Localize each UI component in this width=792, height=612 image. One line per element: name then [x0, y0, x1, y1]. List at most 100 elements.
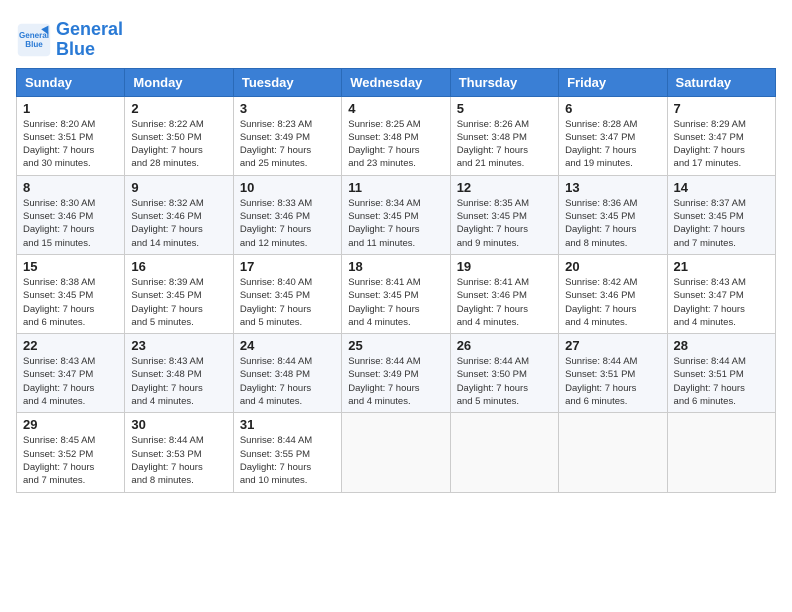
weekday-header-friday: Friday	[559, 68, 667, 96]
calendar-cell: 28 Sunrise: 8:44 AM Sunset: 3:51 PM Dayl…	[667, 334, 775, 413]
calendar-cell: 21 Sunrise: 8:43 AM Sunset: 3:47 PM Dayl…	[667, 254, 775, 333]
day-number: 7	[674, 101, 769, 116]
calendar-cell: 8 Sunrise: 8:30 AM Sunset: 3:46 PM Dayli…	[17, 175, 125, 254]
calendar-cell: 15 Sunrise: 8:38 AM Sunset: 3:45 PM Dayl…	[17, 254, 125, 333]
day-info: Sunrise: 8:22 AM Sunset: 3:50 PM Dayligh…	[131, 118, 226, 171]
calendar-week-row: 29 Sunrise: 8:45 AM Sunset: 3:52 PM Dayl…	[17, 413, 776, 492]
day-number: 26	[457, 338, 552, 353]
day-number: 11	[348, 180, 443, 195]
svg-text:General: General	[19, 31, 49, 40]
day-info: Sunrise: 8:41 AM Sunset: 3:45 PM Dayligh…	[348, 276, 443, 329]
calendar-cell	[667, 413, 775, 492]
day-info: Sunrise: 8:37 AM Sunset: 3:45 PM Dayligh…	[674, 197, 769, 250]
weekday-header-thursday: Thursday	[450, 68, 558, 96]
day-info: Sunrise: 8:43 AM Sunset: 3:47 PM Dayligh…	[23, 355, 118, 408]
calendar-cell: 30 Sunrise: 8:44 AM Sunset: 3:53 PM Dayl…	[125, 413, 233, 492]
day-number: 23	[131, 338, 226, 353]
calendar-cell: 12 Sunrise: 8:35 AM Sunset: 3:45 PM Dayl…	[450, 175, 558, 254]
day-number: 27	[565, 338, 660, 353]
calendar-cell: 16 Sunrise: 8:39 AM Sunset: 3:45 PM Dayl…	[125, 254, 233, 333]
calendar-cell: 18 Sunrise: 8:41 AM Sunset: 3:45 PM Dayl…	[342, 254, 450, 333]
calendar-cell: 3 Sunrise: 8:23 AM Sunset: 3:49 PM Dayli…	[233, 96, 341, 175]
day-info: Sunrise: 8:33 AM Sunset: 3:46 PM Dayligh…	[240, 197, 335, 250]
calendar-cell: 26 Sunrise: 8:44 AM Sunset: 3:50 PM Dayl…	[450, 334, 558, 413]
day-info: Sunrise: 8:36 AM Sunset: 3:45 PM Dayligh…	[565, 197, 660, 250]
day-info: Sunrise: 8:23 AM Sunset: 3:49 PM Dayligh…	[240, 118, 335, 171]
day-number: 15	[23, 259, 118, 274]
day-info: Sunrise: 8:34 AM Sunset: 3:45 PM Dayligh…	[348, 197, 443, 250]
day-number: 8	[23, 180, 118, 195]
day-number: 10	[240, 180, 335, 195]
calendar-cell: 29 Sunrise: 8:45 AM Sunset: 3:52 PM Dayl…	[17, 413, 125, 492]
day-number: 17	[240, 259, 335, 274]
calendar-cell: 20 Sunrise: 8:42 AM Sunset: 3:46 PM Dayl…	[559, 254, 667, 333]
day-number: 9	[131, 180, 226, 195]
day-info: Sunrise: 8:29 AM Sunset: 3:47 PM Dayligh…	[674, 118, 769, 171]
calendar-cell: 1 Sunrise: 8:20 AM Sunset: 3:51 PM Dayli…	[17, 96, 125, 175]
weekday-header-saturday: Saturday	[667, 68, 775, 96]
day-info: Sunrise: 8:39 AM Sunset: 3:45 PM Dayligh…	[131, 276, 226, 329]
day-info: Sunrise: 8:26 AM Sunset: 3:48 PM Dayligh…	[457, 118, 552, 171]
day-info: Sunrise: 8:41 AM Sunset: 3:46 PM Dayligh…	[457, 276, 552, 329]
day-number: 29	[23, 417, 118, 432]
day-info: Sunrise: 8:20 AM Sunset: 3:51 PM Dayligh…	[23, 118, 118, 171]
day-info: Sunrise: 8:32 AM Sunset: 3:46 PM Dayligh…	[131, 197, 226, 250]
calendar-cell: 31 Sunrise: 8:44 AM Sunset: 3:55 PM Dayl…	[233, 413, 341, 492]
logo: General Blue General Blue	[16, 20, 123, 60]
day-number: 21	[674, 259, 769, 274]
calendar-cell: 14 Sunrise: 8:37 AM Sunset: 3:45 PM Dayl…	[667, 175, 775, 254]
calendar-cell: 10 Sunrise: 8:33 AM Sunset: 3:46 PM Dayl…	[233, 175, 341, 254]
day-info: Sunrise: 8:25 AM Sunset: 3:48 PM Dayligh…	[348, 118, 443, 171]
day-number: 2	[131, 101, 226, 116]
day-number: 28	[674, 338, 769, 353]
logo-icon: General Blue	[16, 22, 52, 58]
calendar-cell	[342, 413, 450, 492]
weekday-header-wednesday: Wednesday	[342, 68, 450, 96]
day-info: Sunrise: 8:44 AM Sunset: 3:48 PM Dayligh…	[240, 355, 335, 408]
day-number: 14	[674, 180, 769, 195]
calendar-cell: 7 Sunrise: 8:29 AM Sunset: 3:47 PM Dayli…	[667, 96, 775, 175]
day-number: 31	[240, 417, 335, 432]
day-number: 30	[131, 417, 226, 432]
calendar-cell: 17 Sunrise: 8:40 AM Sunset: 3:45 PM Dayl…	[233, 254, 341, 333]
day-number: 6	[565, 101, 660, 116]
calendar-cell: 9 Sunrise: 8:32 AM Sunset: 3:46 PM Dayli…	[125, 175, 233, 254]
svg-text:Blue: Blue	[25, 40, 43, 49]
calendar-cell: 25 Sunrise: 8:44 AM Sunset: 3:49 PM Dayl…	[342, 334, 450, 413]
calendar-cell	[450, 413, 558, 492]
day-number: 25	[348, 338, 443, 353]
calendar-cell: 13 Sunrise: 8:36 AM Sunset: 3:45 PM Dayl…	[559, 175, 667, 254]
day-number: 16	[131, 259, 226, 274]
day-info: Sunrise: 8:45 AM Sunset: 3:52 PM Dayligh…	[23, 434, 118, 487]
calendar-cell: 22 Sunrise: 8:43 AM Sunset: 3:47 PM Dayl…	[17, 334, 125, 413]
day-number: 1	[23, 101, 118, 116]
day-info: Sunrise: 8:38 AM Sunset: 3:45 PM Dayligh…	[23, 276, 118, 329]
day-info: Sunrise: 8:44 AM Sunset: 3:51 PM Dayligh…	[565, 355, 660, 408]
day-info: Sunrise: 8:43 AM Sunset: 3:48 PM Dayligh…	[131, 355, 226, 408]
calendar-cell: 5 Sunrise: 8:26 AM Sunset: 3:48 PM Dayli…	[450, 96, 558, 175]
day-info: Sunrise: 8:40 AM Sunset: 3:45 PM Dayligh…	[240, 276, 335, 329]
calendar-cell: 6 Sunrise: 8:28 AM Sunset: 3:47 PM Dayli…	[559, 96, 667, 175]
day-info: Sunrise: 8:44 AM Sunset: 3:50 PM Dayligh…	[457, 355, 552, 408]
calendar-cell: 24 Sunrise: 8:44 AM Sunset: 3:48 PM Dayl…	[233, 334, 341, 413]
logo-text: General	[56, 20, 123, 40]
calendar-cell	[559, 413, 667, 492]
day-info: Sunrise: 8:44 AM Sunset: 3:51 PM Dayligh…	[674, 355, 769, 408]
calendar-cell: 19 Sunrise: 8:41 AM Sunset: 3:46 PM Dayl…	[450, 254, 558, 333]
day-number: 5	[457, 101, 552, 116]
header: General Blue General Blue	[16, 16, 776, 60]
weekday-header-row: SundayMondayTuesdayWednesdayThursdayFrid…	[17, 68, 776, 96]
calendar-week-row: 8 Sunrise: 8:30 AM Sunset: 3:46 PM Dayli…	[17, 175, 776, 254]
calendar-cell: 11 Sunrise: 8:34 AM Sunset: 3:45 PM Dayl…	[342, 175, 450, 254]
day-info: Sunrise: 8:43 AM Sunset: 3:47 PM Dayligh…	[674, 276, 769, 329]
weekday-header-monday: Monday	[125, 68, 233, 96]
day-number: 19	[457, 259, 552, 274]
calendar-week-row: 22 Sunrise: 8:43 AM Sunset: 3:47 PM Dayl…	[17, 334, 776, 413]
calendar-cell: 23 Sunrise: 8:43 AM Sunset: 3:48 PM Dayl…	[125, 334, 233, 413]
day-number: 20	[565, 259, 660, 274]
day-number: 24	[240, 338, 335, 353]
calendar-week-row: 15 Sunrise: 8:38 AM Sunset: 3:45 PM Dayl…	[17, 254, 776, 333]
day-info: Sunrise: 8:35 AM Sunset: 3:45 PM Dayligh…	[457, 197, 552, 250]
day-number: 13	[565, 180, 660, 195]
day-number: 4	[348, 101, 443, 116]
